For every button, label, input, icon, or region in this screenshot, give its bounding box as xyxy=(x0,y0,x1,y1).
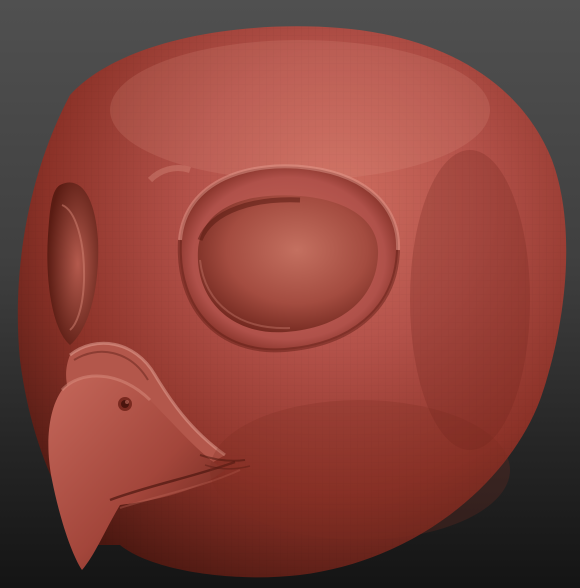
owl-head-model[interactable] xyxy=(0,0,580,588)
sculpt-viewport[interactable] xyxy=(0,0,580,588)
